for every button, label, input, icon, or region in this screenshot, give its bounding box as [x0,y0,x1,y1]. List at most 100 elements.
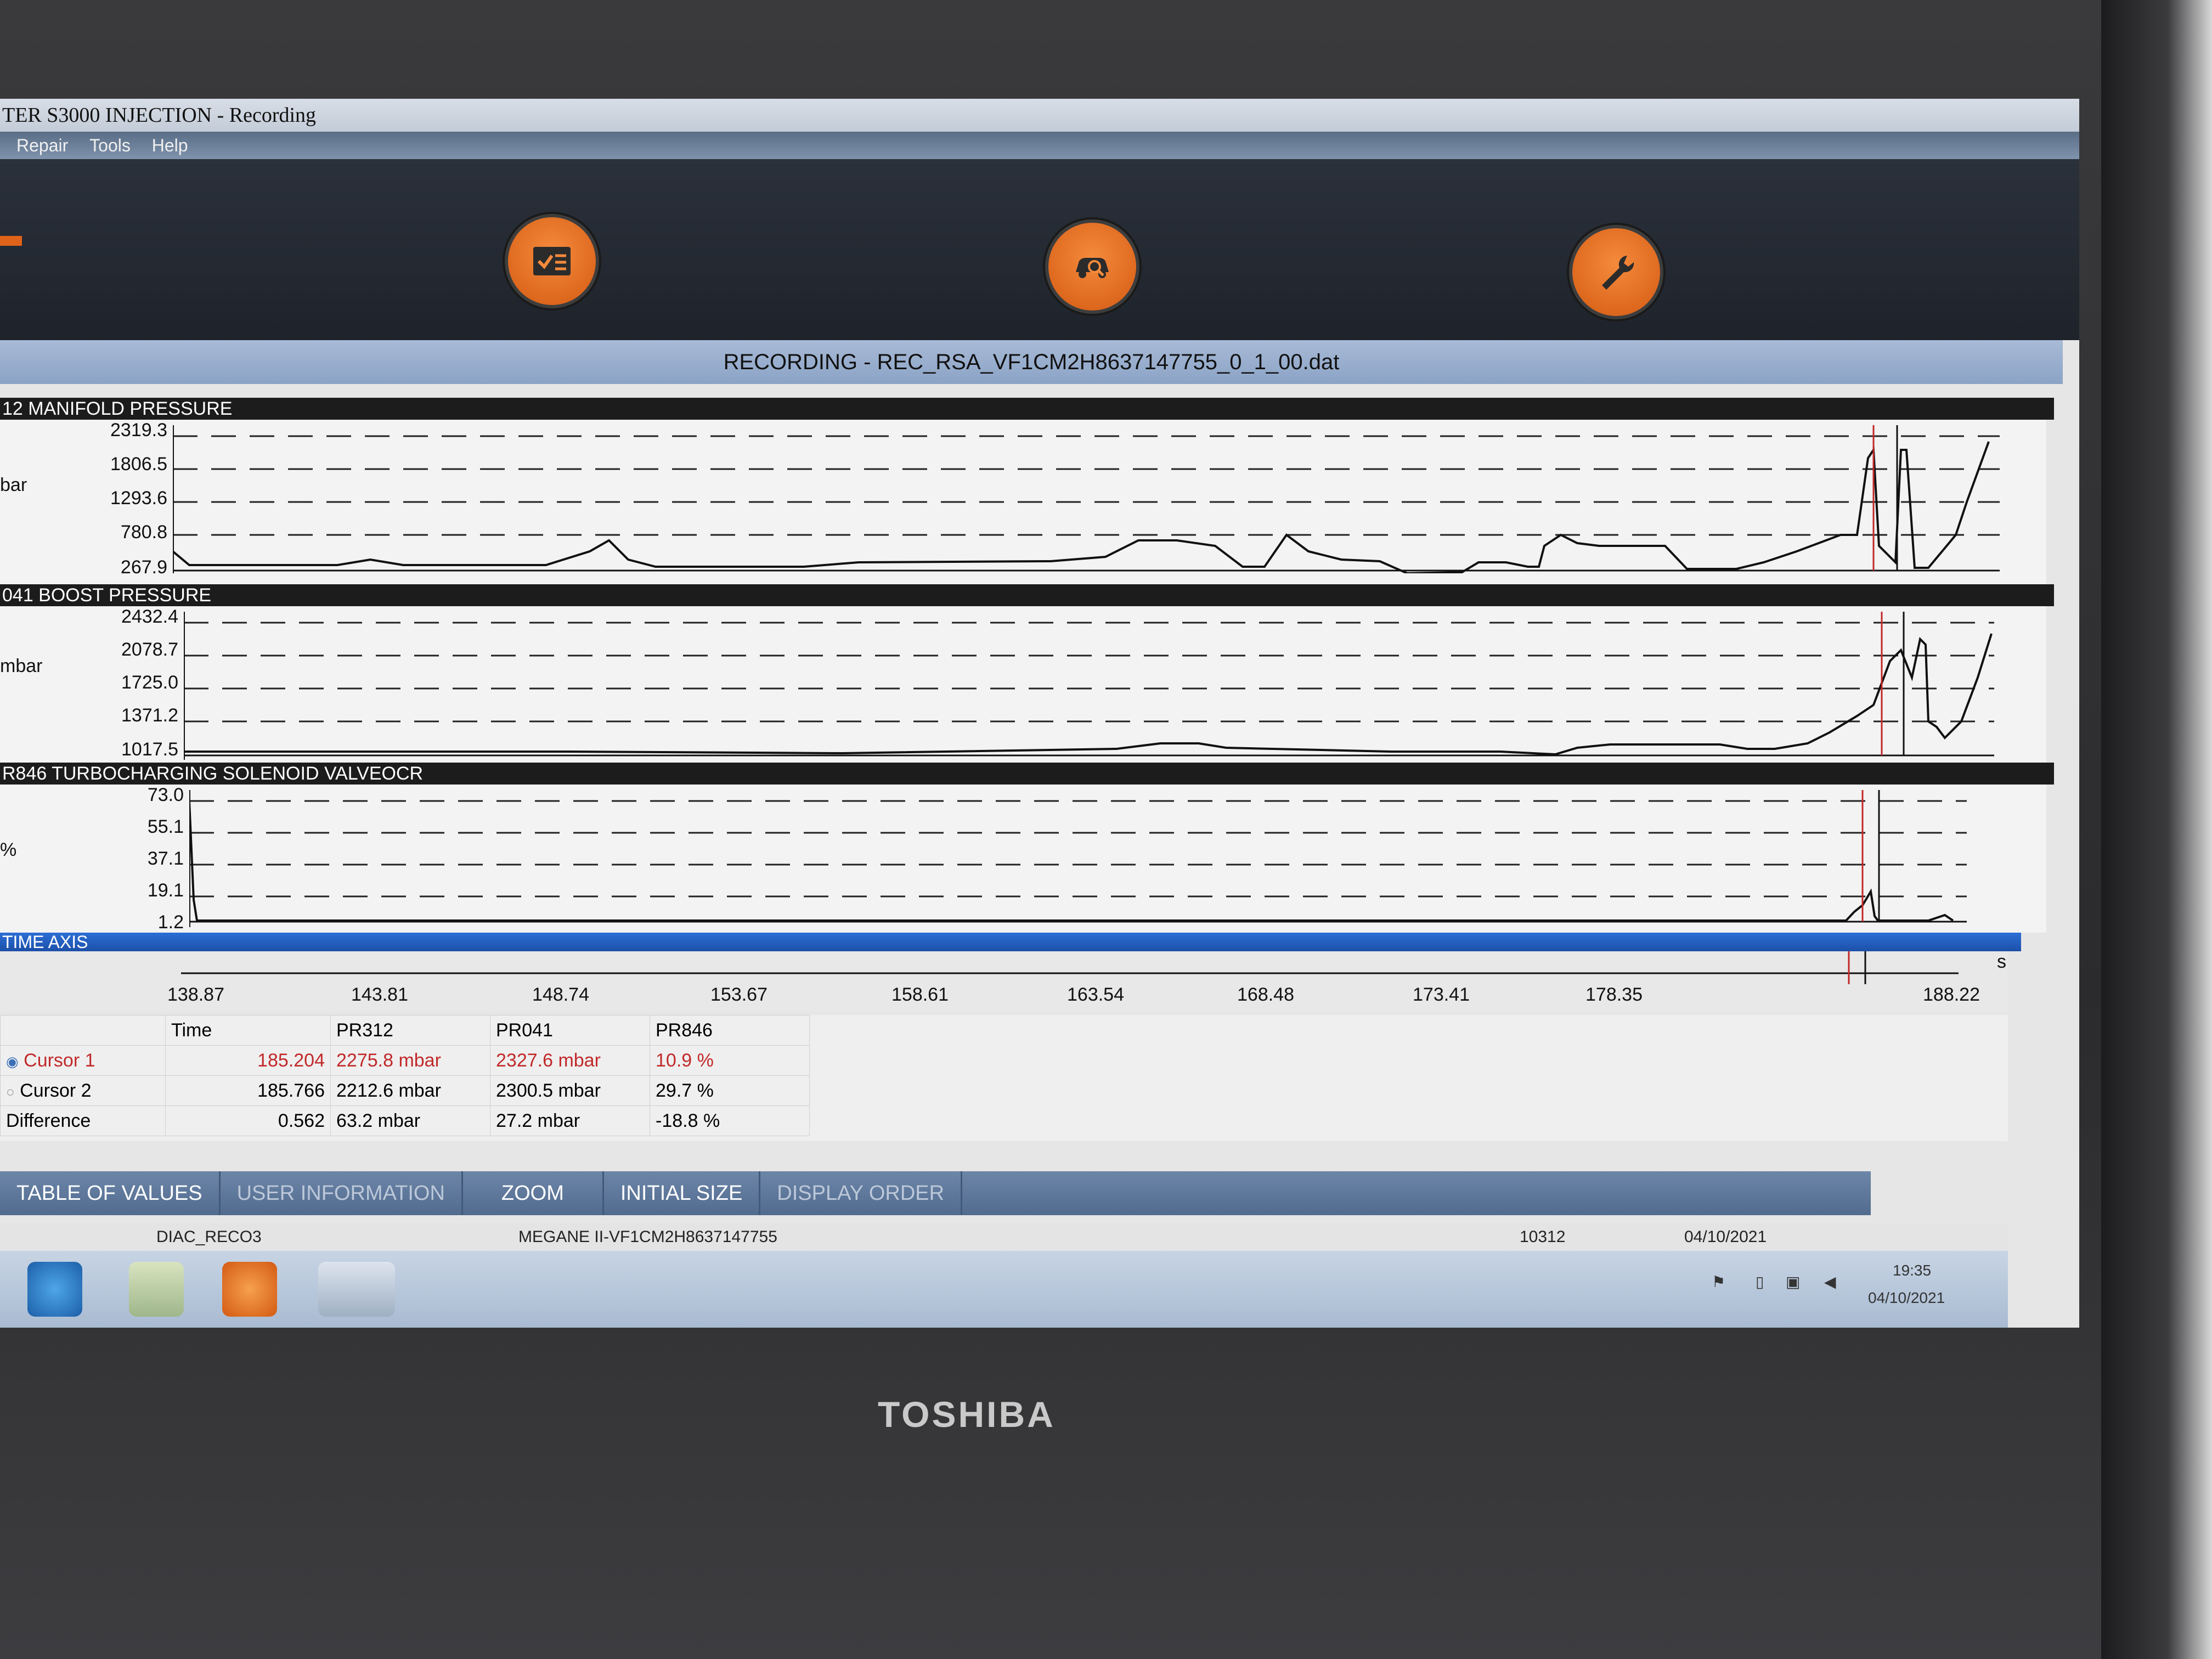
laptop-bezel-right [2101,0,2212,1659]
cell-pr312: 63.2 mbar [330,1105,490,1136]
menu-bar: Repair Tools Help [0,132,2079,159]
screen: TER S3000 INJECTION - Recording _ □ X Re… [0,99,2079,1328]
cursor-1-label[interactable]: ◉ Cursor 1 [0,1045,166,1076]
vehicle-diagnostic-button[interactable] [1045,219,1139,314]
cell-pr041: 27.2 mbar [490,1105,650,1136]
tab-initial-size[interactable]: INITIAL SIZE [604,1171,761,1215]
time-label: 158.61 [891,984,949,1005]
y-tick: 2319.3 [110,420,167,441]
tab-table-of-values[interactable]: TABLE OF VALUES [0,1171,221,1215]
graph-boost-pressure: mbar 2432.4 2078.7 1725.0 1371.2 1017.5 [0,606,2046,765]
graph-title-boost-pressure: 041 BOOST PRESSURE [0,584,2054,606]
values-table: Time PR312 PR041 PR846 ◉ Cursor 1 185.20… [0,1015,2008,1141]
y-tick: 37.1 [147,848,184,869]
time-label: 138.87 [167,984,224,1005]
cell-time: 185.766 [165,1075,331,1106]
table-row-cursor-2[interactable]: ○ Cursor 2 185.766 2212.6 mbar 2300.5 mb… [0,1075,810,1106]
tab-zoom[interactable]: ZOOM [463,1171,604,1215]
menu-tools[interactable]: Tools [89,136,131,155]
table-row-cursor-1[interactable]: ◉ Cursor 1 185.204 2275.8 mbar 2327.6 mb… [0,1045,810,1076]
flag-icon[interactable]: ⚑ [1712,1273,1725,1291]
media-player-icon[interactable] [222,1262,277,1317]
graph-title-manifold-pressure: 12 MANIFOLD PRESSURE [0,398,2054,420]
table-header: PR846 [650,1015,810,1046]
clock-date[interactable]: 04/10/2021 [1868,1289,1945,1307]
time-axis: 138.87 143.81 148.74 153.67 158.61 163.5… [0,951,2008,1012]
graph-unit: mbar [0,656,43,676]
time-label: 168.48 [1237,984,1294,1005]
time-label: 173.41 [1413,984,1470,1005]
y-tick: 1806.5 [110,454,167,475]
checklist-icon [533,247,571,275]
status-code: 10312 [1520,1228,1566,1246]
wrench-button[interactable] [1569,225,1663,319]
table-header: Time [165,1015,331,1046]
cursor-2-label[interactable]: ○ Cursor 2 [0,1075,166,1106]
checklist-button[interactable] [505,214,599,308]
y-tick: 267.9 [120,557,167,578]
time-label: 163.54 [1067,984,1124,1005]
y-tick: 1017.5 [121,739,178,760]
volume-icon[interactable]: ◀ [1824,1273,1836,1291]
status-vehicle: MEGANE II-VF1CM2H8637147755 [518,1228,777,1246]
tab-user-information[interactable]: USER INFORMATION [221,1171,463,1215]
y-tick: 2432.4 [121,606,178,627]
row-label: Difference [0,1105,166,1136]
diagnostic-app-taskbar-icon[interactable] [318,1262,395,1317]
y-tick: 1293.6 [110,488,167,509]
y-tick: 55.1 [147,816,184,837]
status-date: 04/10/2021 [1684,1228,1767,1246]
time-label: 178.35 [1585,984,1643,1005]
row-label: Cursor 1 [24,1049,95,1071]
y-tick: 1725.0 [121,672,178,693]
graph-unit: % [0,839,17,860]
cell-pr041: 2300.5 mbar [490,1075,650,1106]
graph-manifold-pressure: bar 2319.3 1806.5 1293.6 780.8 267.9 [0,420,2046,584]
tab-display-order[interactable]: DISPLAY ORDER [760,1171,963,1215]
menu-repair[interactable]: Repair [16,136,68,155]
wrench-icon [1602,256,1634,290]
main-toolbar [0,159,2079,340]
turbo-solenoid-plot[interactable] [189,790,1967,927]
recording-header: RECORDING - REC_RSA_VF1CM2H8637147755_0_… [0,340,2063,384]
graph-title-turbo-solenoid: R846 TURBOCHARGING SOLENOID VALVEOCR [0,763,2054,785]
manifold-pressure-plot[interactable] [173,425,2000,573]
battery-icon[interactable]: ▯ [1756,1273,1764,1291]
cell-time: 185.204 [165,1045,331,1076]
time-label: 148.74 [532,984,589,1005]
time-label: 143.81 [351,984,408,1005]
radio-unselected-icon[interactable]: ○ [6,1084,15,1100]
menu-help[interactable]: Help [152,136,188,155]
cell-pr312: 2212.6 mbar [330,1075,490,1106]
y-tick: 1371.2 [121,705,178,726]
table-header-row: Time PR312 PR041 PR846 [0,1015,810,1046]
laptop-brand-logo: TOSHIBA [878,1394,1056,1435]
radio-selected-icon[interactable]: ◉ [6,1053,19,1070]
time-axis-title: TIME AXIS [0,933,2021,951]
cell-pr846: 29.7 % [650,1075,810,1106]
time-axis-ticks [181,951,1959,984]
window-title: TER S3000 INJECTION - Recording [0,99,2079,132]
internet-explorer-icon[interactable] [27,1262,82,1317]
cell-pr041: 2327.6 mbar [490,1045,650,1076]
time-label: 153.67 [710,984,768,1005]
network-icon[interactable]: ▣ [1786,1273,1800,1291]
table-header: PR041 [490,1015,650,1046]
clock-time[interactable]: 19:35 [1893,1262,1931,1279]
time-label: 188.22 [1923,984,1980,1005]
cell-pr846: 10.9 % [650,1045,810,1076]
vehicle-diagnostic-icon [1076,258,1109,278]
taskbar: ⚑ ▯ ▣ ◀ 19:35 04/10/2021 [0,1251,2008,1328]
cell-time: 0.562 [165,1105,331,1136]
time-unit: s [1997,951,2006,972]
laptop-body: TER S3000 INJECTION - Recording _ □ X Re… [0,0,2212,1659]
y-tick: 19.1 [147,880,184,901]
boost-pressure-plot[interactable] [184,612,1994,760]
cell-pr846: -18.8 % [650,1105,810,1136]
orange-tab-marker [0,236,22,246]
cell-pr312: 2275.8 mbar [330,1045,490,1076]
bottom-tabs: TABLE OF VALUES USER INFORMATION ZOOM IN… [0,1171,1871,1215]
table-header: PR312 [330,1015,490,1046]
folder-icon[interactable] [129,1262,184,1317]
y-tick: 73.0 [147,785,184,805]
